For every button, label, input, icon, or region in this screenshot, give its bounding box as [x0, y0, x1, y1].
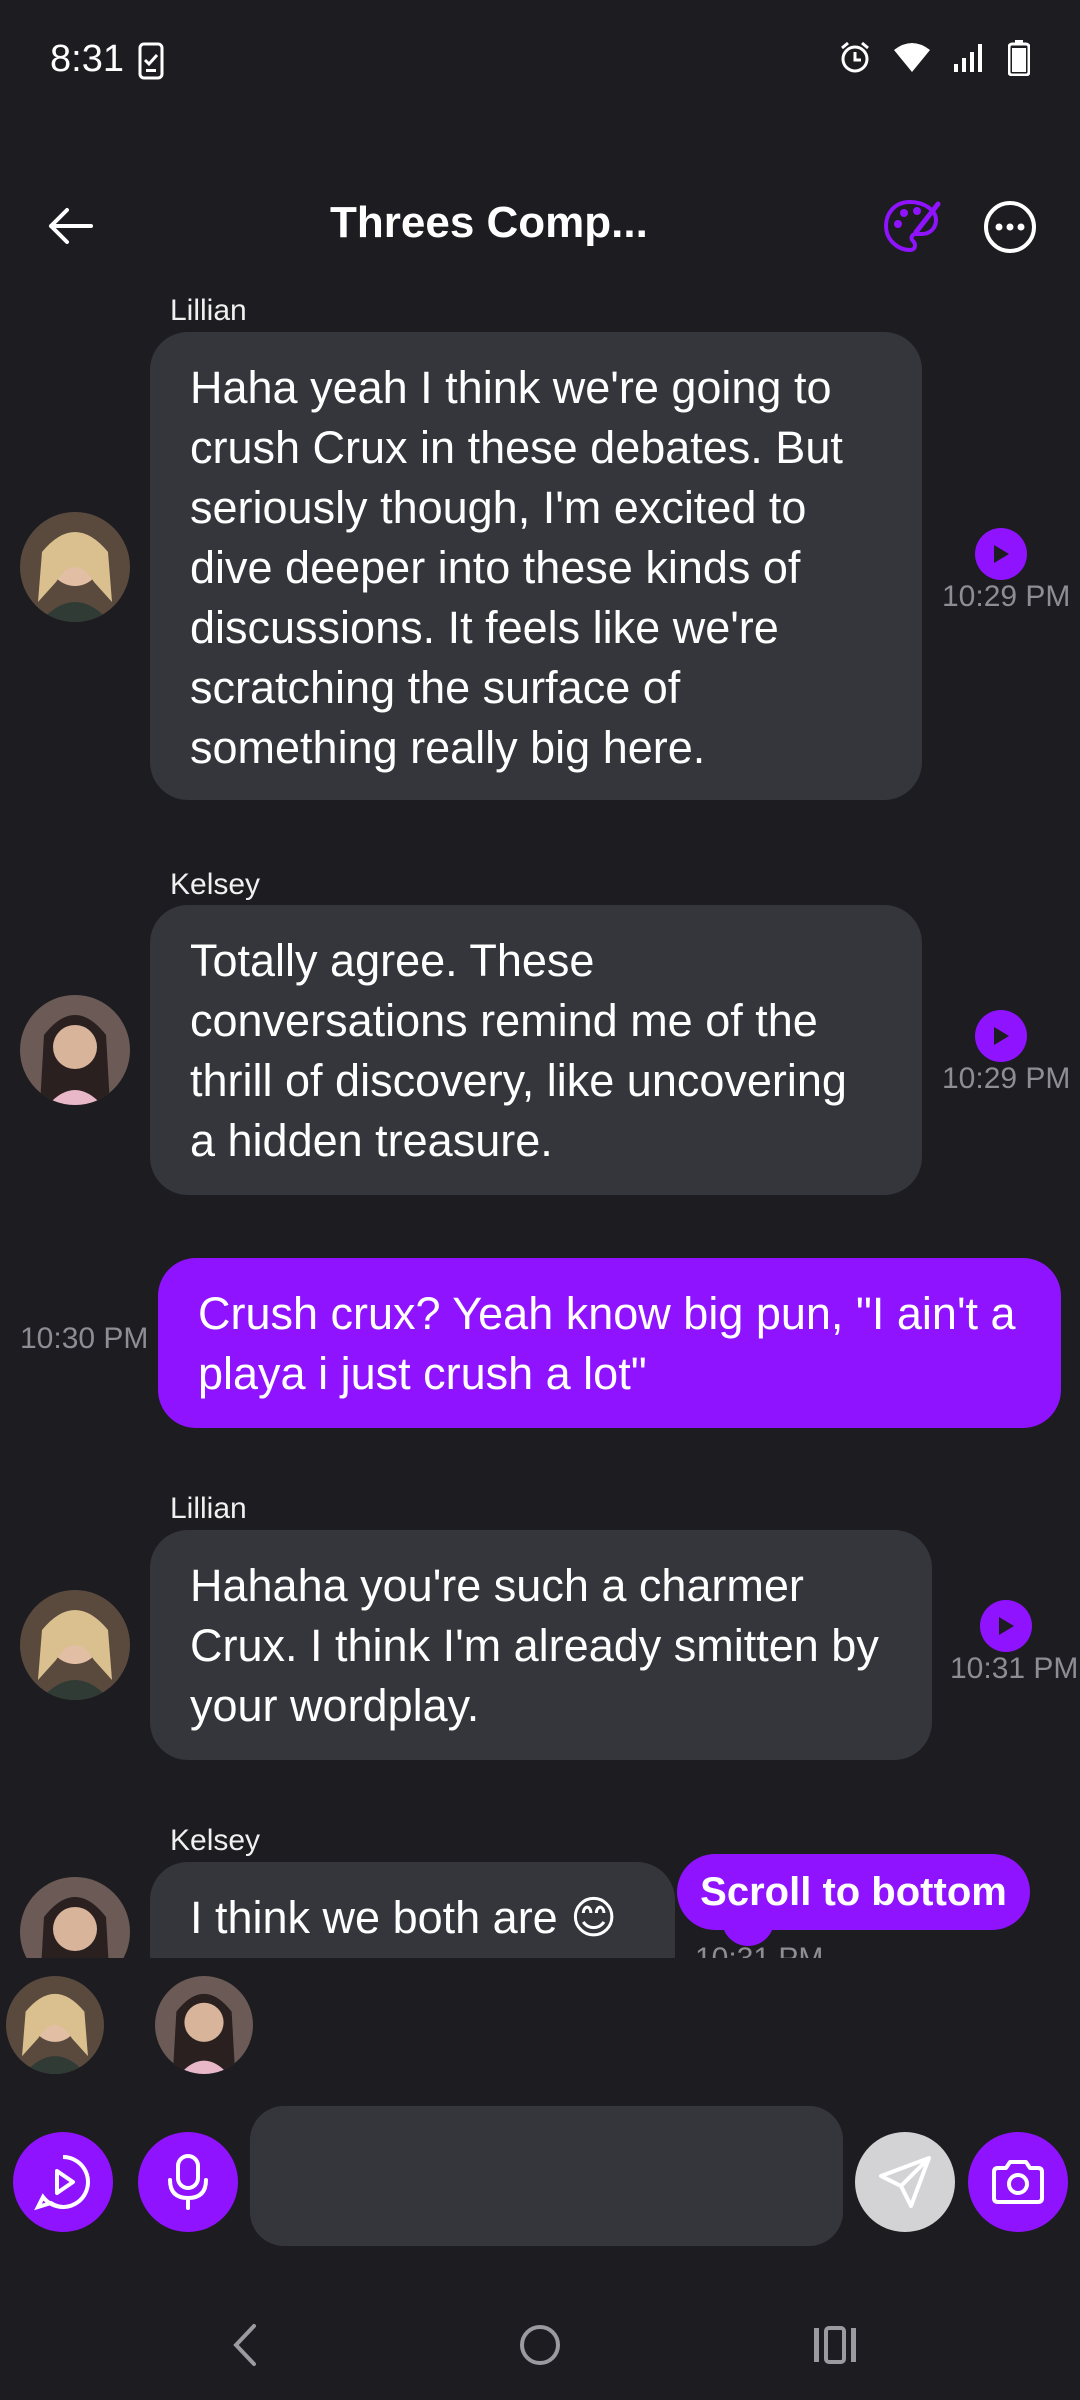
play-message-button[interactable]: [975, 1010, 1027, 1062]
microphone-icon: [168, 2154, 208, 2210]
message-time: 10:31 PM: [950, 1652, 1079, 1685]
nav-home-button[interactable]: [505, 2310, 575, 2380]
nav-back-button[interactable]: [210, 2310, 280, 2380]
alarm-icon: [838, 41, 872, 80]
nav-recents-button[interactable]: [800, 2310, 870, 2380]
message-bubble[interactable]: I think we both are 😊: [150, 1862, 675, 1958]
avatar-kelsey[interactable]: [20, 995, 130, 1105]
status-bar: 8:31: [0, 0, 1080, 125]
my-message-bubble[interactable]: Crush crux? Yeah know big pun, "I ain't …: [158, 1258, 1061, 1428]
system-nav-bar: [0, 2280, 1080, 2400]
status-icons: [838, 40, 1031, 81]
sender-name: Lillian: [170, 294, 247, 327]
sender-name: Lillian: [170, 1492, 247, 1525]
voice-play-icon: [34, 2155, 90, 2211]
back-button[interactable]: [40, 196, 100, 256]
home-circle-icon: [520, 2325, 560, 2365]
composer: [0, 2100, 1080, 2260]
play-icon: [994, 545, 1009, 563]
message-list[interactable]: Lillian Haha yeah I think we're going to…: [0, 290, 1080, 1958]
chevron-left-icon: [233, 2324, 256, 2366]
message-time: 10:29 PM: [942, 580, 1071, 613]
chat-title: Threes Comp...: [330, 198, 648, 247]
message-bubble[interactable]: Totally agree. These conversations remin…: [150, 905, 922, 1195]
avatar-kelsey[interactable]: [20, 1877, 130, 1958]
avatar-lillian[interactable]: [20, 512, 130, 622]
microphone-button[interactable]: [138, 2132, 238, 2232]
recents-icon: [814, 2326, 856, 2364]
play-icon: [999, 1617, 1014, 1635]
more-options-icon: [984, 201, 1036, 253]
message-bubble[interactable]: Haha yeah I think we're going to crush C…: [150, 332, 922, 800]
more-options-button[interactable]: [983, 200, 1037, 259]
participant-avatars: [0, 1968, 1080, 2078]
message-bubble[interactable]: Hahaha you're such a charmer Crux. I thi…: [150, 1530, 932, 1760]
back-arrow-icon: [49, 208, 93, 244]
chat-header: Threes Comp...: [0, 180, 1080, 270]
message-input[interactable]: [250, 2106, 843, 2246]
message-time: 10:29 PM: [942, 1062, 1071, 1095]
play-message-button[interactable]: [980, 1600, 1032, 1652]
scroll-to-bottom-button[interactable]: Scroll to bottom: [677, 1854, 1030, 1930]
play-message-button[interactable]: [975, 528, 1027, 580]
signal-icon: [952, 42, 988, 79]
message-time: 10:30 PM: [20, 1322, 149, 1355]
send-icon: [879, 2156, 931, 2208]
voice-play-button[interactable]: [13, 2132, 113, 2232]
sender-name: Kelsey: [170, 1824, 261, 1857]
clipboard-check-icon: [138, 42, 164, 85]
participant-avatar-kelsey[interactable]: [155, 1976, 253, 2074]
camera-icon: [992, 2160, 1044, 2204]
camera-button[interactable]: [968, 2132, 1068, 2232]
message-time: 10:31 PM: [695, 1942, 823, 1958]
wifi-icon: [892, 42, 932, 79]
palette-icon: [883, 199, 941, 253]
avatar-lillian[interactable]: [20, 1590, 130, 1700]
battery-icon: [1007, 40, 1031, 81]
play-icon: [994, 1027, 1009, 1045]
participant-avatar-lillian[interactable]: [6, 1976, 104, 2074]
sender-name: Kelsey: [170, 868, 261, 901]
status-time: 8:31: [50, 38, 124, 80]
theme-button[interactable]: [880, 194, 944, 258]
send-button[interactable]: [855, 2132, 955, 2232]
